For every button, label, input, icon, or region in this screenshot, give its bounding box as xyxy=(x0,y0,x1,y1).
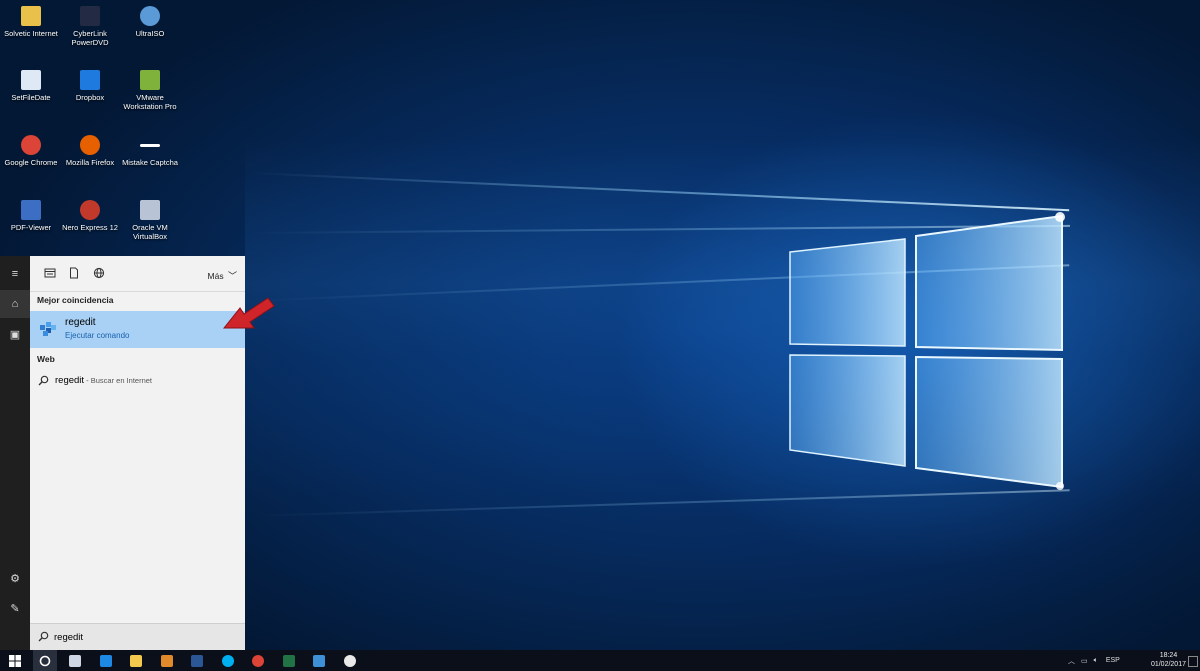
cortana-search-panel: Más ﹀ Mejor coincidencia regedit Ejecuta… xyxy=(30,256,245,650)
chrome-icon xyxy=(252,654,264,667)
desktop-icon[interactable]: Solvetic Internet xyxy=(0,6,62,38)
vmware-icon xyxy=(140,70,160,90)
start-button[interactable] xyxy=(3,650,27,671)
home-icon[interactable]: ⌂ xyxy=(0,290,30,318)
best-match-title: regedit xyxy=(65,317,96,328)
desktop-icon[interactable]: PDF-Viewer xyxy=(0,200,62,232)
best-match-subtitle: Ejecutar comando xyxy=(65,331,130,340)
system-tray: ︿ ▭ 🔈︎ ESP xyxy=(1068,650,1120,671)
taskbar-app-button[interactable] xyxy=(124,650,148,671)
desktop-icon-label: Solvetic Internet xyxy=(4,29,58,38)
notifications-icon[interactable] xyxy=(1188,656,1198,667)
powerdvd-icon xyxy=(80,6,100,26)
word-icon xyxy=(191,654,203,667)
settings-gear-icon[interactable]: ⚙ xyxy=(0,564,30,592)
best-match-result[interactable]: regedit Ejecutar comando xyxy=(30,311,245,348)
show-hidden-icons-chevron-icon[interactable]: ︿ xyxy=(1068,656,1075,666)
taskbar-clock[interactable]: 18:24 01/02/2017 xyxy=(1151,652,1186,669)
desktop-icon[interactable]: Google Chrome xyxy=(0,135,62,167)
desktop-icon[interactable]: Nero Express 12 xyxy=(59,200,121,232)
captcha-app-icon xyxy=(343,654,356,667)
cortana-circle-icon xyxy=(39,655,51,666)
edge-icon xyxy=(99,654,112,667)
web-result-term: regedit xyxy=(55,375,85,386)
desktop-icon-label: VMware Workstation Pro xyxy=(123,93,177,111)
clock-time: 18:24 xyxy=(1159,652,1178,659)
taskbar-app-button[interactable] xyxy=(63,650,87,671)
clock-date: 01/02/2017 xyxy=(1150,660,1186,668)
ultraiso-icon xyxy=(140,6,160,26)
web-filter-icon[interactable] xyxy=(93,267,105,279)
language-indicator[interactable]: ESP xyxy=(1106,657,1120,664)
desktop-icon[interactable]: VMware Workstation Pro xyxy=(119,70,181,111)
chrome-icon xyxy=(21,135,41,155)
desktop-icon[interactable]: Dropbox xyxy=(59,70,121,102)
web-search-result[interactable]: regedit - Buscar en Internet xyxy=(30,373,245,389)
taskbar-app-button[interactable] xyxy=(155,650,179,671)
excel-icon xyxy=(282,654,295,667)
notebook-icon[interactable]: ▣ xyxy=(0,320,30,348)
taskbar-app-button[interactable] xyxy=(246,650,270,671)
taskbar-app-button[interactable] xyxy=(277,650,301,671)
desktop-icon[interactable]: UltraISO xyxy=(119,6,181,38)
desktop-icon-label: PDF-Viewer xyxy=(10,223,52,232)
desktop-icon[interactable]: Mistake Captcha xyxy=(119,135,181,167)
search-input-value: regedit xyxy=(54,632,84,643)
volume-icon[interactable]: 🔈︎ xyxy=(1094,657,1098,665)
desktop-icon-label: SetFileDate xyxy=(11,93,51,102)
search-icon xyxy=(38,375,49,386)
setfiledate-icon xyxy=(21,70,41,90)
search-icon xyxy=(38,631,49,642)
taskbar-app-button[interactable] xyxy=(216,650,240,671)
desktop-icon-label: Mistake Captcha xyxy=(122,158,178,167)
desktop-icon-label: Google Chrome xyxy=(4,158,58,167)
taskbar-app-button[interactable] xyxy=(185,650,209,671)
hamburger-menu-icon[interactable]: ≡ xyxy=(0,260,30,288)
windows-start-icon xyxy=(9,654,21,667)
firefox-icon xyxy=(80,135,100,155)
annotation-arrow-icon xyxy=(222,297,275,329)
desktop-icon[interactable]: Oracle VM VirtualBox xyxy=(119,200,181,241)
desktop-icon-label: Mozilla Firefox xyxy=(65,158,115,167)
network-icon[interactable]: ▭ xyxy=(1081,657,1088,665)
apps-filter-icon[interactable] xyxy=(44,267,56,279)
feedback-icon[interactable]: ✎ xyxy=(0,594,30,622)
regedit-icon xyxy=(40,322,56,336)
cortana-search-button[interactable] xyxy=(33,650,57,671)
file-explorer-icon xyxy=(130,654,142,667)
start-rail: ≡ ⌂ ▣ ⚙ ✎ xyxy=(0,256,30,650)
regedit-icon xyxy=(313,654,325,667)
media-player-icon xyxy=(160,654,173,667)
desktop-icon[interactable]: Mozilla Firefox xyxy=(59,135,121,167)
more-filters-label: Más xyxy=(207,271,224,281)
taskbar-app-button[interactable] xyxy=(307,650,331,671)
pdf-viewer-icon xyxy=(21,200,41,220)
desktop-icon[interactable]: CyberLink PowerDVD xyxy=(59,6,121,47)
nero-icon xyxy=(80,200,100,220)
dropbox-icon xyxy=(80,70,100,90)
web-header: Web xyxy=(37,354,55,364)
desktop-icon-label: Nero Express 12 xyxy=(62,223,118,232)
folder-icon xyxy=(21,6,41,26)
web-result-suffix: - Buscar en Internet xyxy=(84,376,153,385)
more-filters-dropdown[interactable]: Más ﹀ xyxy=(208,269,237,282)
chevron-down-icon: ﹀ xyxy=(227,271,237,281)
taskbar: ︿ ▭ 🔈︎ ESP 18:24 01/02/2017 xyxy=(0,650,1200,671)
virtualbox-icon xyxy=(140,200,160,220)
captcha-icon xyxy=(140,144,160,147)
search-filter-toolbar: Más ﹀ xyxy=(30,256,245,292)
best-match-header: Mejor coincidencia xyxy=(37,295,114,305)
desktop-icon-label: Dropbox xyxy=(75,93,105,102)
taskbar-app-button[interactable] xyxy=(94,650,118,671)
skype-icon xyxy=(221,654,234,667)
desktop-icon-label: UltraISO xyxy=(135,29,165,38)
desktop-icon[interactable]: SetFileDate xyxy=(0,70,62,102)
desktop-icon-label: Oracle VM VirtualBox xyxy=(132,223,168,241)
search-input[interactable]: regedit xyxy=(30,623,245,650)
documents-filter-icon[interactable] xyxy=(68,267,80,279)
task-view-icon xyxy=(69,654,81,667)
taskbar-app-button[interactable] xyxy=(338,650,362,671)
desktop-icon-label: CyberLink PowerDVD xyxy=(71,29,109,47)
